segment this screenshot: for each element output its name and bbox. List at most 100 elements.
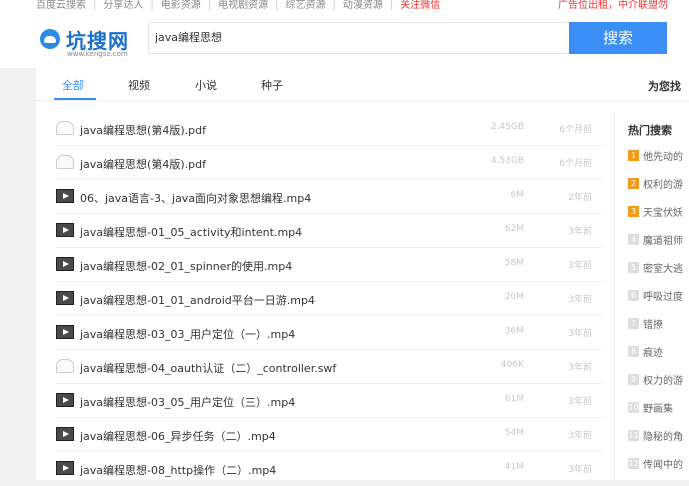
result-size: 2.45GB bbox=[490, 122, 524, 132]
hot-search-item[interactable]: 8 痕迹 bbox=[628, 344, 663, 372]
rank-badge: 12 bbox=[628, 458, 639, 469]
tab-video[interactable]: 视频 bbox=[128, 77, 150, 93]
nav-separator: | bbox=[150, 0, 154, 11]
hot-search-text: 错撩 bbox=[643, 320, 663, 331]
hot-search-item[interactable]: 4 魔道祖师 bbox=[628, 232, 683, 260]
rank-badge: 5 bbox=[628, 262, 639, 273]
result-time: 3年前 bbox=[568, 431, 592, 441]
result-time: 2年前 bbox=[568, 193, 592, 203]
result-title-link[interactable]: java编程思想-06_异步任务（二）.mp4 bbox=[80, 428, 276, 444]
nav-separator: | bbox=[332, 0, 336, 11]
result-title-link[interactable]: java编程思想(第4版).pdf bbox=[80, 156, 206, 172]
hot-search-item[interactable]: 1 他先动的 bbox=[628, 148, 683, 176]
top-nav-bar: 百度云搜索 | 分享达人 | 电影资源 | 电视剧资源 | 综艺资源 | 动漫资源 | 关注微信 广告位… bbox=[0, 0, 689, 13]
result-size: 406K bbox=[500, 360, 524, 370]
cloud-logo-icon[interactable] bbox=[40, 29, 60, 49]
result-time: 3年前 bbox=[568, 329, 592, 339]
rank-badge: 3 bbox=[628, 206, 639, 217]
result-row[interactable]: java编程思想-04_oauth认证（二）_controller.swf 406… bbox=[56, 350, 602, 384]
follow-wechat-link[interactable]: 关注微信 bbox=[400, 0, 440, 11]
video-file-icon bbox=[56, 291, 74, 305]
result-time: 3年前 bbox=[568, 261, 592, 271]
cloud-file-icon bbox=[56, 121, 74, 135]
result-time: 6个月前 bbox=[559, 159, 592, 169]
result-title-link[interactable]: java编程思想-08_http操作（二）.mp4 bbox=[80, 462, 276, 478]
result-title-link[interactable]: 06、java语言-3、java面向对象思想编程.mp4 bbox=[80, 190, 311, 206]
rank-badge: 8 bbox=[628, 346, 639, 357]
result-title-link[interactable]: java编程思想-03_05_用户定位（三）.mp4 bbox=[80, 394, 295, 410]
rank-badge: 10 bbox=[628, 402, 639, 413]
result-size: 62M bbox=[504, 224, 524, 234]
nav-link[interactable]: 电影资源 bbox=[161, 0, 201, 11]
video-file-icon bbox=[56, 223, 74, 237]
search-button[interactable]: 搜索 bbox=[569, 22, 667, 54]
result-title-link[interactable]: java编程思想-02_01_spinner的使用.mp4 bbox=[80, 258, 292, 274]
rank-badge: 6 bbox=[628, 290, 639, 301]
result-row[interactable]: java编程思想-01_01_android平台一日游.mp4 20M 3年前 bbox=[56, 282, 602, 316]
result-row[interactable]: java编程思想(第4版).pdf 2.45GB 6个月前 bbox=[56, 112, 602, 146]
video-file-icon bbox=[56, 325, 74, 339]
result-title-link[interactable]: java编程思想-03_03_用户定位（一）.mp4 bbox=[80, 326, 295, 342]
hot-search-text: 传闻中的 bbox=[643, 460, 683, 471]
hot-search-text: 隐秘的角 bbox=[643, 432, 683, 443]
hot-search-text: 魔道祖师 bbox=[643, 236, 683, 247]
rank-badge: 4 bbox=[628, 234, 639, 245]
hot-search-item[interactable]: 10 野画集 bbox=[628, 400, 673, 428]
result-size: 4.53GB bbox=[490, 156, 524, 166]
result-title-link[interactable]: java编程思想-01_05_activity和intent.mp4 bbox=[80, 224, 302, 240]
results-panel: 全部 视频 小说 种子 为您找 java编程思想(第4版).pdf 2.45GB 6… bbox=[36, 68, 689, 486]
search-input[interactable] bbox=[149, 23, 555, 51]
rank-badge: 1 bbox=[628, 150, 639, 161]
rank-badge: 7 bbox=[628, 318, 639, 329]
rank-badge: 2 bbox=[628, 178, 639, 189]
result-time: 3年前 bbox=[568, 295, 592, 305]
tab-torrent[interactable]: 种子 bbox=[261, 77, 283, 93]
result-row[interactable]: java编程思想-06_异步任务（二）.mp4 54M 3年前 bbox=[56, 418, 602, 452]
nav-link[interactable]: 电视剧资源 bbox=[218, 0, 268, 11]
tab-novel[interactable]: 小说 bbox=[195, 77, 217, 93]
nav-link[interactable]: 分享达人 bbox=[103, 0, 143, 11]
nav-link[interactable]: 动漫资源 bbox=[343, 0, 383, 11]
result-time: 3年前 bbox=[568, 465, 592, 475]
hot-search-item[interactable]: 2 权利的游 bbox=[628, 176, 683, 204]
category-tabs: 全部 视频 小说 种子 为您找 bbox=[36, 68, 689, 101]
video-file-icon bbox=[56, 393, 74, 407]
result-size: 58M bbox=[504, 258, 524, 268]
hot-search-text: 权利的游 bbox=[643, 180, 683, 191]
result-title-link[interactable]: java编程思想(第4版).pdf bbox=[80, 122, 206, 138]
result-row[interactable]: java编程思想-03_03_用户定位（一）.mp4 36M 3年前 bbox=[56, 316, 602, 350]
result-row[interactable]: java编程思想(第4版).pdf 4.53GB 6个月前 bbox=[56, 146, 602, 180]
result-size: 61M bbox=[504, 394, 524, 404]
hot-search-item[interactable]: 7 错撩 bbox=[628, 316, 663, 344]
hot-search-item[interactable]: 11 隐秘的角 bbox=[628, 428, 683, 456]
search-box bbox=[148, 22, 570, 54]
hot-search-text: 他先动的 bbox=[643, 152, 683, 163]
video-file-icon bbox=[56, 257, 74, 271]
tab-all[interactable]: 全部 bbox=[62, 77, 84, 93]
nav-link[interactable]: 百度云搜索 bbox=[36, 0, 86, 11]
nav-link[interactable]: 综艺资源 bbox=[286, 0, 326, 11]
site-logo-url: www.kengso.com bbox=[67, 50, 128, 58]
result-row[interactable]: java编程思想-01_05_activity和intent.mp4 62M 3年前 bbox=[56, 214, 602, 248]
hot-search-item[interactable]: 9 权力的游 bbox=[628, 372, 683, 400]
rank-badge: 11 bbox=[628, 430, 639, 441]
hot-search-text: 权力的游 bbox=[643, 376, 683, 387]
nav-separator: | bbox=[389, 0, 394, 11]
ad-banner-text[interactable]: 广告位出租，中介联盟勿 bbox=[558, 0, 668, 11]
result-row[interactable]: 06、java语言-3、java面向对象思想编程.mp4 6M 2年前 bbox=[56, 180, 602, 214]
rank-badge: 9 bbox=[628, 374, 639, 385]
result-list: java编程思想(第4版).pdf 2.45GB 6个月前 java编程思想(第4版)… bbox=[56, 112, 602, 486]
hot-search-item[interactable]: 6 呼吸过度 bbox=[628, 288, 683, 316]
result-title-link[interactable]: java编程思想-01_01_android平台一日游.mp4 bbox=[80, 292, 315, 308]
hot-search-item[interactable]: 5 密室大逃 bbox=[628, 260, 683, 288]
result-row[interactable]: java编程思想-02_01_spinner的使用.mp4 58M 3年前 bbox=[56, 248, 602, 282]
hot-search-text: 密室大逃 bbox=[643, 264, 683, 275]
result-row[interactable]: java编程思想-08_http操作（二）.mp4 41M 3年前 bbox=[56, 452, 602, 486]
result-time: 6个月前 bbox=[559, 125, 592, 135]
hot-search-item[interactable]: 3 天宝伏妖 bbox=[628, 204, 683, 232]
result-size: 6M bbox=[510, 190, 525, 200]
hot-search-text: 天宝伏妖 bbox=[643, 208, 683, 219]
hot-search-text: 呼吸过度 bbox=[643, 292, 683, 303]
result-title-link[interactable]: java编程思想-04_oauth认证（二）_controller.swf bbox=[80, 360, 336, 376]
result-row[interactable]: java编程思想-03_05_用户定位（三）.mp4 61M 3年前 bbox=[56, 384, 602, 418]
